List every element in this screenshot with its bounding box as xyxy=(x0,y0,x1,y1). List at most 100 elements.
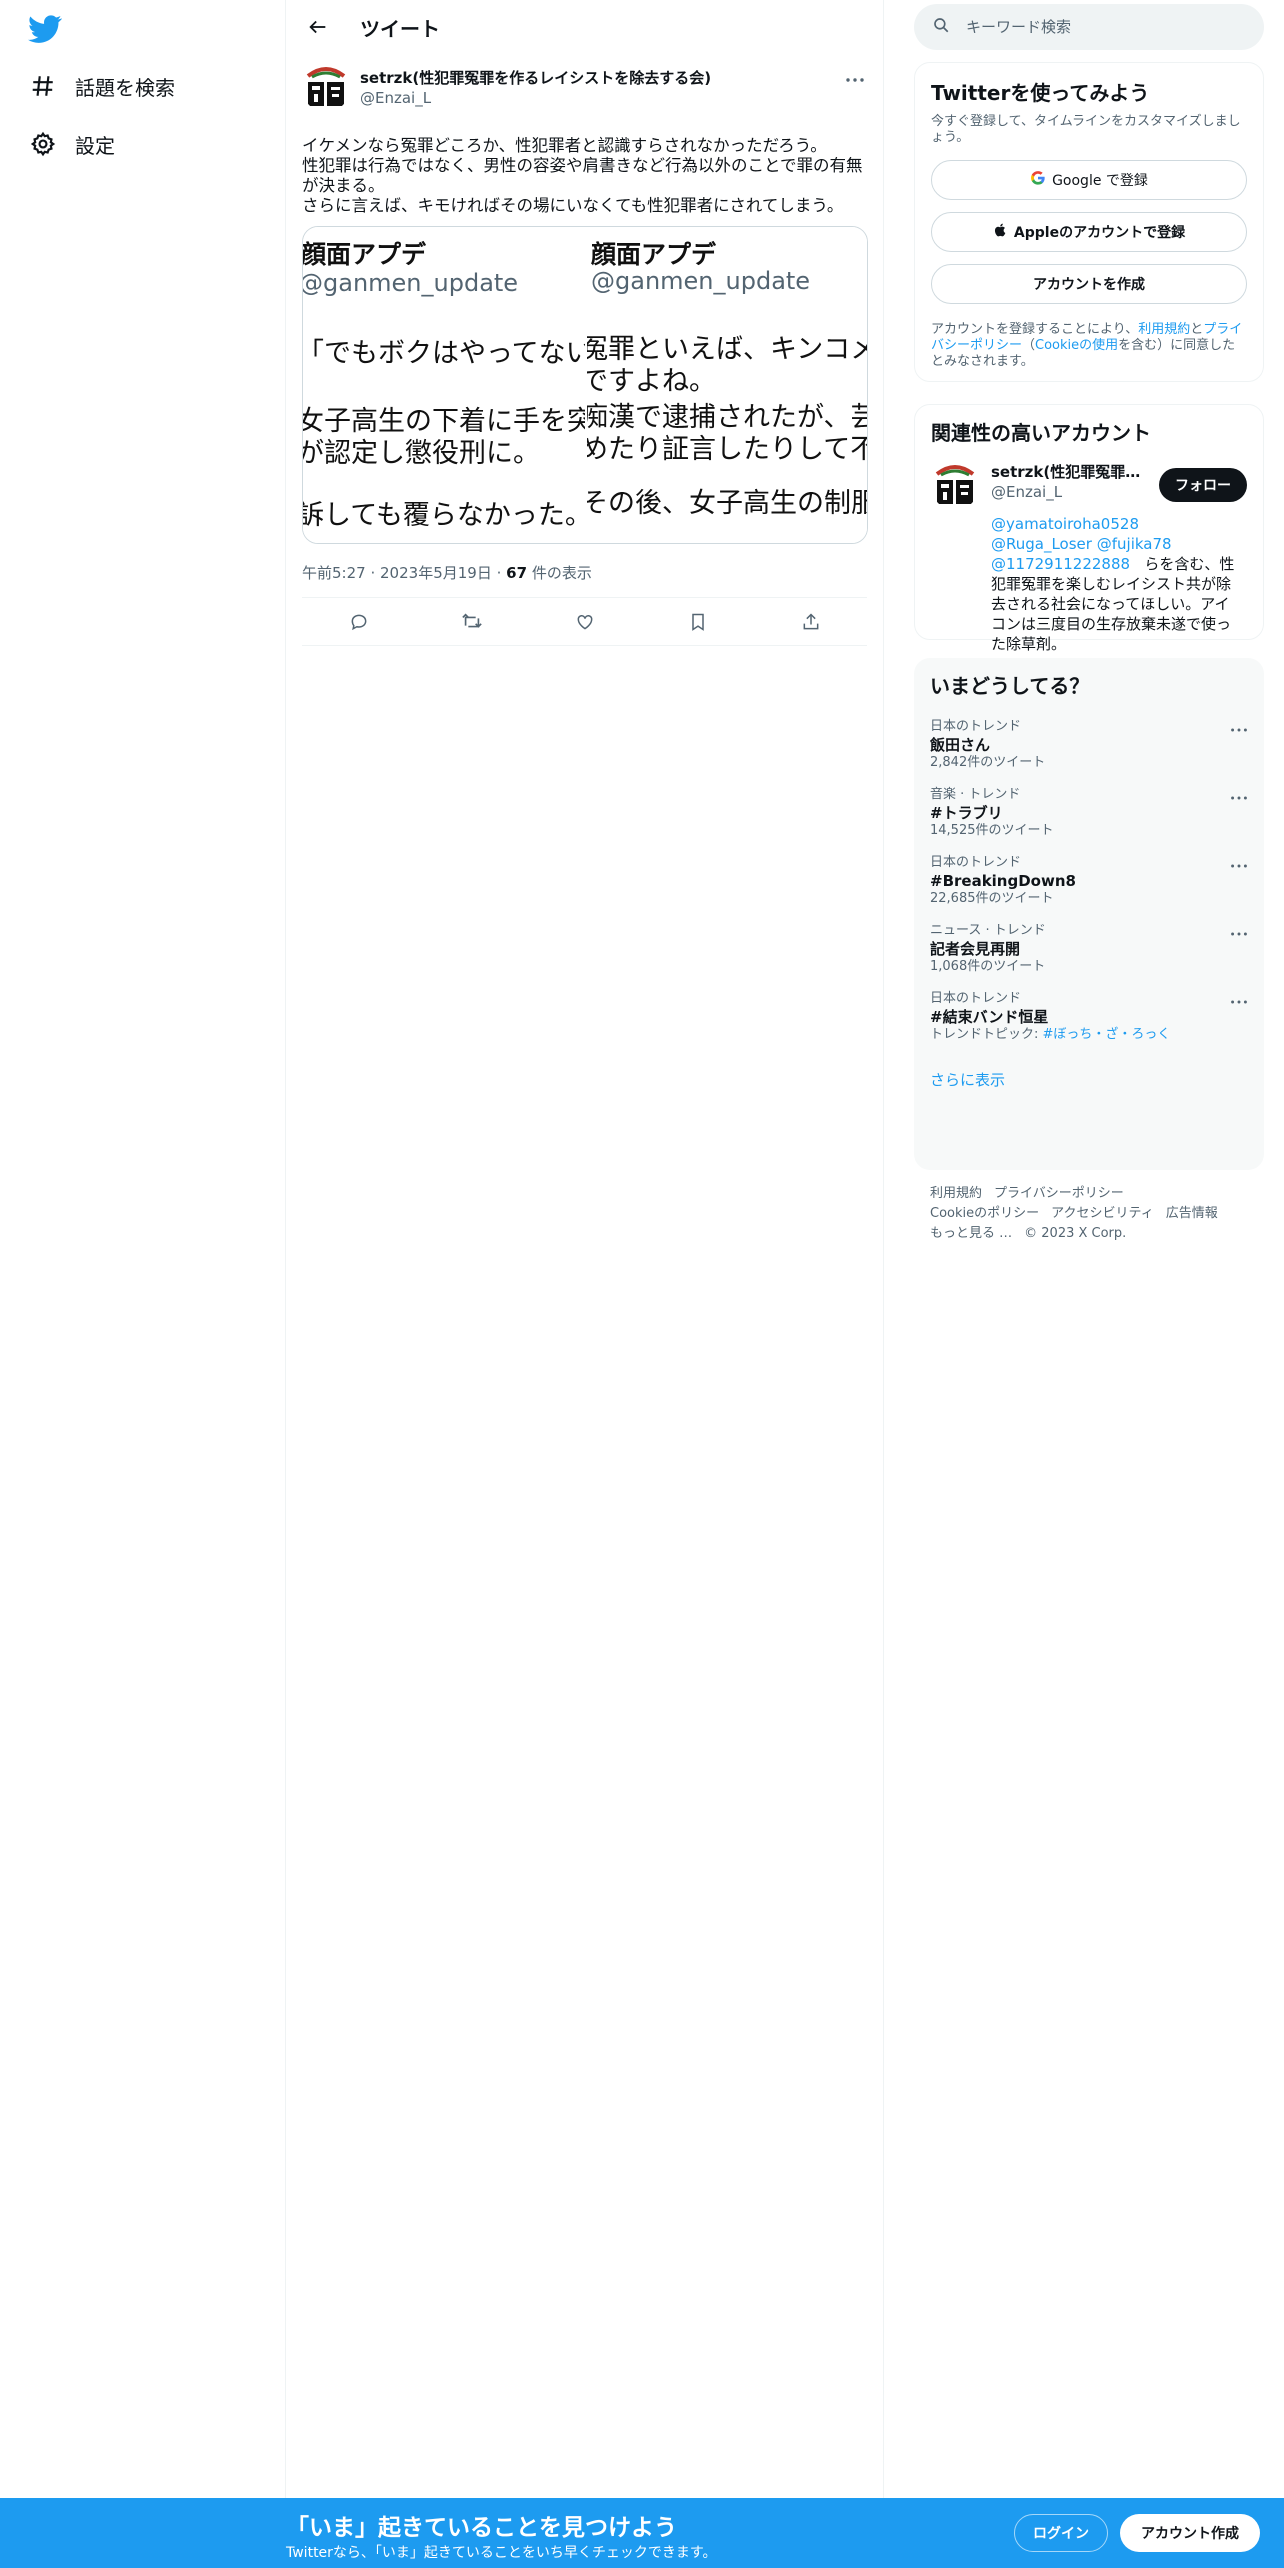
related-name[interactable]: setrzk(性犯罪冤罪を作るレイシストを除去する会) xyxy=(991,462,1151,482)
trend-item[interactable]: 日本のトレンド #結束バンド恒星 トレンドトピック: #ぼっち・ざ・ろっく xyxy=(930,991,1248,1043)
author-handle[interactable]: @Enzai_L xyxy=(360,88,711,108)
create-account-button[interactable]: アカウントを作成 xyxy=(931,264,1247,304)
tweet-author: setrzk(性犯罪冤罪を作るレイシストを除去する会) @Enzai_L xyxy=(360,64,711,108)
bookmark-icon[interactable] xyxy=(680,604,716,640)
legal-text: アカウントを登録することにより、 xyxy=(931,322,1139,337)
search-input[interactable] xyxy=(966,18,1226,36)
legal-text: と xyxy=(1190,322,1204,337)
terms-link[interactable]: 利用規約 xyxy=(1138,322,1190,337)
footer-link[interactable]: プライバシーポリシー xyxy=(994,1186,1124,1201)
trend-count: 14,525件のツイート xyxy=(930,823,1054,838)
trend-category: 日本のトレンド xyxy=(930,719,1022,734)
tweet-date[interactable]: 2023年5月19日 xyxy=(380,564,492,582)
gear-icon xyxy=(28,129,58,159)
media-right-handle: @ganmen_update xyxy=(591,267,811,295)
follow-button[interactable]: フォロー xyxy=(1159,468,1247,502)
media-left-line: 「でもボクはやってない」( xyxy=(303,338,585,369)
nav-explore-label: 話題を検索 xyxy=(75,75,175,100)
retweet-icon[interactable] xyxy=(454,604,490,640)
apple-icon xyxy=(993,222,1008,242)
media-left-line: が認定し懲役刑に。 xyxy=(303,438,540,469)
signup-card: Twitterを使ってみよう 今すぐ登録して、タイムラインをカスタマイズしましょ… xyxy=(914,62,1264,382)
mention-link[interactable]: @Ruga_Loser xyxy=(991,535,1092,553)
trend-name: 記者会見再開 xyxy=(930,940,1021,958)
media-right-line: その後、女子高生の制服を xyxy=(585,488,867,519)
mention-link[interactable]: @fujika78 xyxy=(1097,535,1172,553)
footer-link[interactable]: 広告情報 xyxy=(1166,1206,1218,1221)
related-title: 関連性の高いアカウント xyxy=(931,421,1151,445)
legal-text: （ xyxy=(1022,338,1036,353)
more-options-icon[interactable] xyxy=(1228,923,1250,945)
avatar[interactable] xyxy=(302,64,350,112)
related-accounts-card: 関連性の高いアカウント setrzk(性犯罪冤罪を @Enzai_L @yama… xyxy=(914,404,1264,653)
signup-legal: アカウントを登録することにより、利用規約とプライバシーポリシー（Cookieの使… xyxy=(931,322,1247,370)
more-options-icon[interactable] xyxy=(1228,991,1250,1013)
signup-button[interactable]: アカウント作成 xyxy=(1120,2514,1260,2552)
reply-icon[interactable] xyxy=(341,604,377,640)
nav-settings-label: 設定 xyxy=(75,133,115,158)
like-heart-icon[interactable] xyxy=(567,604,603,640)
trends-card: いまどうしてる？ 日本のトレンド 飯田さん 2,842件のツイート 音楽 · ト… xyxy=(914,658,1264,1170)
avatar[interactable] xyxy=(931,462,979,510)
create-account-label: アカウントを作成 xyxy=(1033,277,1145,293)
trend-count: 1,068件のツイート xyxy=(930,959,1046,974)
google-signup-button[interactable]: Google で登録 xyxy=(931,160,1247,200)
nav-explore[interactable]: 話題を検索 xyxy=(28,66,175,106)
trend-topic-prefix: トレンドトピック: xyxy=(930,1027,1043,1042)
trend-name: #BreakingDown8 xyxy=(930,872,1076,890)
more-options-icon[interactable] xyxy=(1228,719,1250,741)
signup-subtitle: 今すぐ登録して、タイムラインをカスタマイズしましょう。 xyxy=(931,114,1241,145)
trend-category: 日本のトレンド xyxy=(930,855,1022,870)
show-more-link[interactable]: さらに表示 xyxy=(930,1069,1248,1090)
nav-settings[interactable]: 設定 xyxy=(28,124,115,164)
trend-count: 22,685件のツイート xyxy=(930,891,1054,906)
media-left-handle: @ganmen_update xyxy=(303,269,519,297)
footer-link[interactable]: Cookieのポリシー xyxy=(930,1206,1039,1221)
media-left-line: 訴しても覆らなかった。 xyxy=(303,500,585,531)
apple-signup-button[interactable]: Appleのアカウントで登録 xyxy=(931,212,1247,252)
share-icon[interactable] xyxy=(793,604,829,640)
more-options-icon[interactable] xyxy=(1228,787,1250,809)
footer-link[interactable]: アクセシビリティ xyxy=(1051,1206,1154,1221)
trend-item[interactable]: ニュース · トレンド 記者会見再開 1,068件のツイート xyxy=(930,923,1248,975)
trend-topic: トレンドトピック: #ぼっち・ざ・ろっく xyxy=(930,1027,1248,1043)
media-right-line: めたり証言したりして不起 xyxy=(585,434,867,465)
banner-title: 「いま」起きていることを見つけよう xyxy=(286,2515,677,2541)
trend-item[interactable]: 音楽 · トレンド #トラブリ 14,525件のツイート xyxy=(930,787,1248,839)
google-signup-label: Google で登録 xyxy=(1052,173,1148,189)
trend-topic-link[interactable]: #ぼっち・ざ・ろっく xyxy=(1043,1027,1171,1042)
media-image-right[interactable]: 顔面アプデ @ganmen_update 冤罪といえば、キンコメの ですよね。 … xyxy=(585,227,867,543)
trend-name: #トラブリ xyxy=(930,804,1003,822)
author-name[interactable]: setrzk(性犯罪冤罪を作るレイシストを除去する会) xyxy=(360,68,711,88)
trends-title: いまどうしてる？ xyxy=(930,674,1090,698)
mention-link[interactable]: @1172911222888 xyxy=(991,555,1130,573)
twitter-logo-icon[interactable] xyxy=(28,12,62,46)
footer-links: 利用規約 プライバシーポリシー Cookieのポリシー アクセシビリティ 広告情報 も… xyxy=(930,1184,1260,1244)
tweet-media[interactable]: 顔面アプデ @ganmen_update 「でもボクはやってない」( 女子高生の… xyxy=(302,226,868,544)
footer-link[interactable]: 利用規約 xyxy=(930,1186,982,1201)
more-options-icon[interactable] xyxy=(1228,855,1250,877)
more-options-icon[interactable] xyxy=(843,68,867,92)
related-bio: @yamatoiroha0528 @Ruga_Loser @fujika78 @… xyxy=(991,514,1241,654)
media-image-left[interactable]: 顔面アプデ @ganmen_update 「でもボクはやってない」( 女子高生の… xyxy=(303,227,585,543)
media-left-title: 顔面アプデ xyxy=(303,240,427,269)
page-title: ツイート xyxy=(360,16,440,41)
trend-item[interactable]: 日本のトレンド #BreakingDown8 22,685件のツイート xyxy=(930,855,1248,907)
login-button[interactable]: ログイン xyxy=(1014,2514,1108,2552)
cookie-link[interactable]: Cookieの使用 xyxy=(1035,338,1118,353)
copyright: © 2023 X Corp. xyxy=(1024,1226,1127,1241)
trend-name: 飯田さん xyxy=(930,736,991,754)
back-arrow-icon[interactable] xyxy=(300,9,336,45)
tweet-actions xyxy=(302,598,867,646)
page: 話題を検索 設定 ツイート setrzk(性犯罪冤罪を作るレイシストを除去する会… xyxy=(0,0,1284,2568)
tweet-time[interactable]: 午前5:27 xyxy=(302,564,366,582)
search-icon xyxy=(932,16,950,38)
hashtag-icon xyxy=(28,71,58,101)
main-column: ツイート setrzk(性犯罪冤罪を作るレイシストを除去する会) @Enzai_… xyxy=(286,0,884,2498)
trend-item[interactable]: 日本のトレンド 飯田さん 2,842件のツイート xyxy=(930,719,1248,771)
apple-signup-label: Appleのアカウントで登録 xyxy=(1013,225,1186,241)
related-account[interactable]: setrzk(性犯罪冤罪を作るレイシストを除去する会) @Enzai_L @ya… xyxy=(931,462,1247,654)
footer-link[interactable]: もっと見る … xyxy=(930,1226,1012,1241)
mention-link[interactable]: @yamatoiroha0528 xyxy=(991,515,1139,533)
trend-category: ニュース · トレンド xyxy=(930,923,1046,938)
